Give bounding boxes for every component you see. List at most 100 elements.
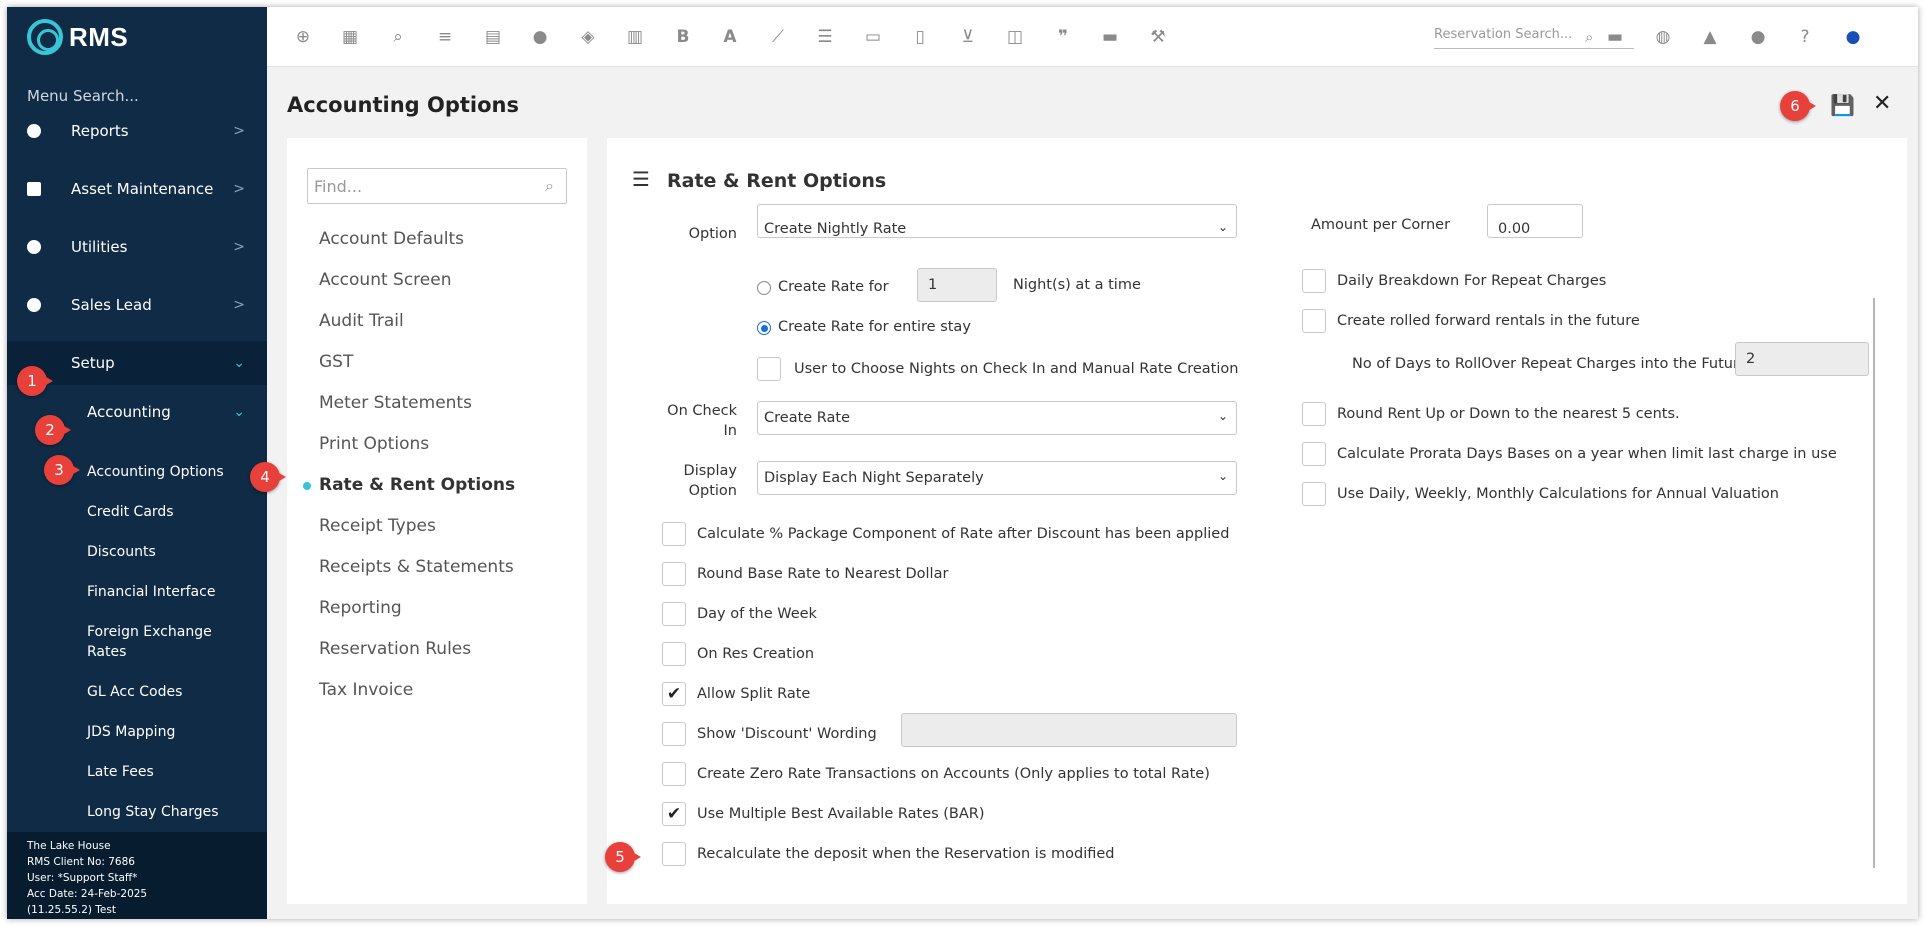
sidebar-item-label: Accounting bbox=[87, 403, 171, 421]
bell-icon[interactable]: ▲ bbox=[1700, 27, 1720, 47]
use-multiple-bar-checkbox[interactable]: ✔ bbox=[662, 802, 686, 826]
search-icon[interactable]: ⌕ bbox=[388, 27, 408, 47]
map-pin-icon[interactable]: ◈ bbox=[578, 27, 598, 47]
sidebar-item-utilities[interactable]: Utilities > bbox=[7, 225, 267, 269]
chevron-right-icon: > bbox=[233, 297, 245, 313]
round-base-rate-checkbox[interactable] bbox=[662, 562, 686, 586]
daily-breakdown-label: Daily Breakdown For Repeat Charges bbox=[1337, 273, 1607, 289]
discount-wording-input[interactable] bbox=[901, 713, 1237, 747]
cart-icon[interactable]: ⊻ bbox=[958, 27, 978, 47]
on-check-in-select[interactable]: Create Rate ⌄ bbox=[757, 401, 1237, 435]
sidebar-item-sales-lead[interactable]: Sales Lead > bbox=[7, 283, 267, 327]
line-chart-icon[interactable]: ⟋ bbox=[768, 27, 788, 47]
id-card-icon[interactable]: ▭ bbox=[863, 27, 883, 47]
map-icon[interactable]: ▥ bbox=[625, 27, 645, 47]
search-icon[interactable]: ⌕ bbox=[1585, 28, 1593, 46]
round-base-rate-label: Round Base Rate to Nearest Dollar bbox=[697, 566, 949, 582]
option-rate-rent-options[interactable]: Rate & Rent Options bbox=[319, 475, 515, 495]
round-rent-checkbox[interactable] bbox=[1302, 402, 1326, 426]
calc-package-component-checkbox[interactable] bbox=[662, 522, 686, 546]
use-multiple-bar-label: Use Multiple Best Available Rates (BAR) bbox=[697, 806, 985, 822]
option-tax-invoice[interactable]: Tax Invoice bbox=[319, 680, 413, 700]
hammer-icon[interactable]: ⚒ bbox=[1148, 27, 1168, 47]
calc-prorata-checkbox[interactable] bbox=[1302, 442, 1326, 466]
logo[interactable]: RMS bbox=[27, 19, 128, 55]
create-rate-entire-stay-radio[interactable] bbox=[757, 321, 771, 335]
menu-search-input[interactable]: Menu Search... bbox=[27, 87, 139, 105]
sidebar-sub-item-jds-mapping[interactable]: JDS Mapping bbox=[87, 722, 257, 742]
save-icon[interactable]: 💾 bbox=[1830, 93, 1855, 117]
ticket-icon[interactable]: ◫ bbox=[1005, 27, 1025, 47]
callout-6: 6 bbox=[1780, 91, 1816, 121]
sidebar-sub-item-late-fees[interactable]: Late Fees bbox=[87, 762, 257, 782]
calc-prorata-label: Calculate Prorata Days Bases on a year w… bbox=[1337, 446, 1837, 462]
close-icon[interactable]: ✕ bbox=[1873, 91, 1891, 116]
recalculate-deposit-checkbox[interactable] bbox=[662, 842, 686, 866]
grid-icon[interactable]: ▤ bbox=[483, 27, 503, 47]
user-icon[interactable]: ● bbox=[1843, 27, 1863, 47]
checklist-icon[interactable]: ☰ bbox=[815, 27, 835, 47]
find-input[interactable]: Find... bbox=[307, 168, 567, 204]
hamburger-menu-icon[interactable]: ☰ bbox=[632, 167, 650, 191]
help-icon[interactable]: ? bbox=[1795, 27, 1815, 47]
day-of-week-checkbox[interactable] bbox=[662, 602, 686, 626]
sidebar-item-asset-maintenance[interactable]: Asset Maintenance > bbox=[7, 167, 267, 211]
property-name: The Lake House bbox=[27, 840, 111, 852]
option-gst[interactable]: GST bbox=[319, 352, 353, 372]
bed-icon[interactable]: ▬ bbox=[1100, 27, 1120, 47]
option-audit-trail[interactable]: Audit Trail bbox=[319, 311, 404, 331]
scrollbar[interactable] bbox=[1873, 298, 1875, 868]
allow-split-rate-checkbox[interactable]: ✔ bbox=[662, 682, 686, 706]
sidebar-sub-item-gl-acc-codes[interactable]: GL Acc Codes bbox=[87, 682, 257, 702]
sidebar-item-reports[interactable]: Reports > bbox=[7, 109, 267, 153]
globe-icon[interactable]: ◍ bbox=[1653, 27, 1673, 47]
quote-icon[interactable]: ❞ bbox=[1053, 27, 1073, 47]
user-choose-nights-checkbox[interactable] bbox=[757, 357, 781, 381]
plus-circle-icon[interactable]: ⊕ bbox=[293, 27, 313, 47]
callout-2: 2 bbox=[35, 415, 71, 445]
bold-icon[interactable]: B bbox=[673, 27, 693, 47]
round-rent-label: Round Rent Up or Down to the nearest 5 c… bbox=[1337, 406, 1680, 422]
option-account-screen[interactable]: Account Screen bbox=[319, 270, 452, 290]
sidebar-sub-item-credit-cards[interactable]: Credit Cards bbox=[87, 502, 257, 522]
option-receipts-statements[interactable]: Receipts & Statements bbox=[319, 557, 514, 577]
sidebar-item-label: Sales Lead bbox=[71, 296, 152, 314]
option-receipt-types[interactable]: Receipt Types bbox=[319, 516, 436, 536]
users-icon[interactable]: ● bbox=[530, 27, 550, 47]
option-account-defaults[interactable]: Account Defaults bbox=[319, 229, 464, 249]
allow-split-rate-label: Allow Split Rate bbox=[697, 686, 811, 702]
sidebar-sub-item-accounting-options[interactable]: Accounting Options bbox=[87, 462, 257, 482]
create-rate-for-radio[interactable] bbox=[757, 281, 771, 295]
chat-icon[interactable]: ● bbox=[1748, 27, 1768, 47]
option-meter-statements[interactable]: Meter Statements bbox=[319, 393, 472, 413]
callout-5: 5 bbox=[605, 842, 641, 872]
invoice-icon[interactable]: ▯ bbox=[910, 27, 930, 47]
daily-breakdown-checkbox[interactable] bbox=[1302, 269, 1326, 293]
sidebar-sub-item-foreign-exchange-rates[interactable]: Foreign Exchange Rates bbox=[87, 622, 227, 662]
sidebar-sub-item-discounts[interactable]: Discounts bbox=[87, 542, 257, 562]
sidebar-sub-item-long-stay-charges[interactable]: Long Stay Charges bbox=[87, 802, 257, 822]
option-select[interactable]: Create Nightly Rate ⌄ bbox=[757, 204, 1237, 238]
font-icon[interactable]: A bbox=[720, 27, 740, 47]
sidebar-sub-item-financial-interface[interactable]: Financial Interface bbox=[87, 582, 257, 602]
chevron-right-icon: > bbox=[233, 239, 245, 255]
create-rolled-forward-checkbox[interactable] bbox=[1302, 309, 1326, 333]
calendar-icon[interactable]: ▦ bbox=[340, 27, 360, 47]
top-toolbar: ⊕ ▦ ⌕ ≡ ▤ ● ◈ ▥ B A ⟋ ☰ ▭ ▯ ⊻ ◫ ❞ ▬ ⚒ Re… bbox=[267, 7, 1918, 67]
option-print-options[interactable]: Print Options bbox=[319, 434, 429, 454]
chevron-right-icon: > bbox=[233, 181, 245, 197]
show-discount-wording-checkbox[interactable] bbox=[662, 722, 686, 746]
display-option-select[interactable]: Display Each Night Separately ⌄ bbox=[757, 461, 1237, 495]
reservation-search-input[interactable]: Reservation Search... bbox=[1434, 23, 1634, 49]
annual-valuation-checkbox[interactable] bbox=[1302, 482, 1326, 506]
create-rate-entire-stay-label: Create Rate for entire stay bbox=[778, 319, 971, 335]
create-zero-rate-checkbox[interactable] bbox=[662, 762, 686, 786]
rollover-days-input[interactable]: 2 bbox=[1735, 342, 1869, 376]
sliders-icon[interactable]: ≡ bbox=[435, 27, 455, 47]
amount-per-corner-input[interactable]: 0.00 bbox=[1487, 204, 1583, 238]
option-reporting[interactable]: Reporting bbox=[319, 598, 402, 618]
create-rate-for-input[interactable]: 1 bbox=[917, 268, 997, 302]
on-res-creation-checkbox[interactable] bbox=[662, 642, 686, 666]
bed-icon[interactable]: ▬ bbox=[1605, 27, 1625, 47]
option-reservation-rules[interactable]: Reservation Rules bbox=[319, 639, 471, 659]
